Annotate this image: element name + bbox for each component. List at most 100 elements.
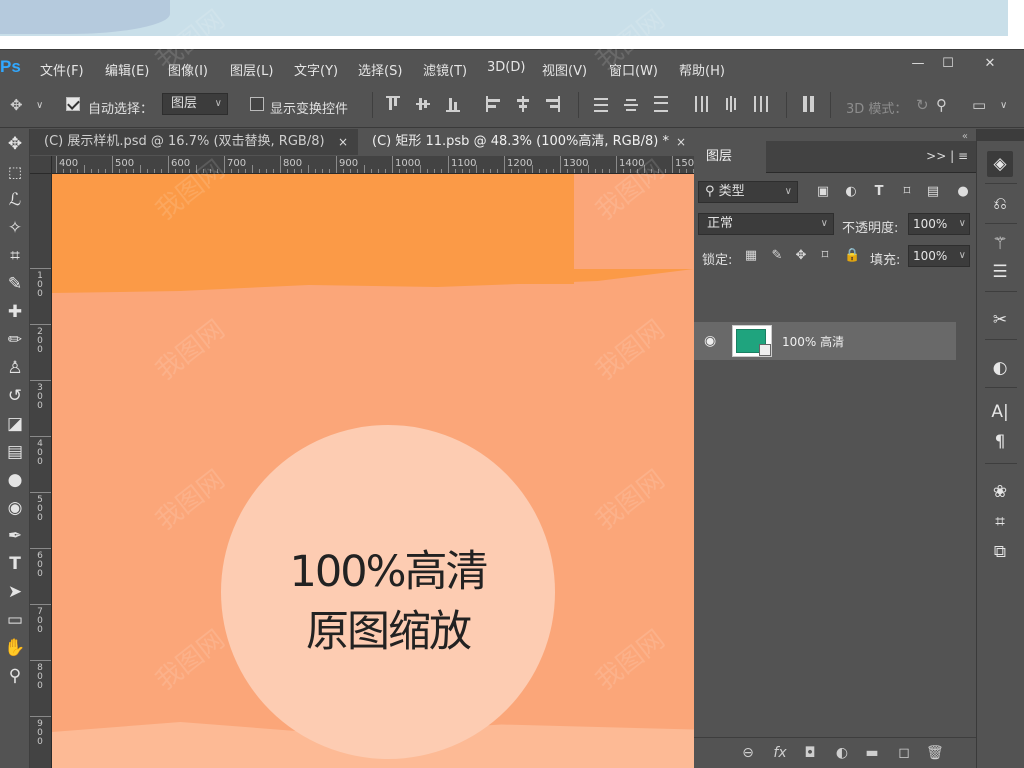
workspace-icon[interactable]: ▭ xyxy=(972,96,986,114)
auto-select-target-dropdown[interactable]: 图层 ∨ xyxy=(162,93,228,115)
panel-menu-icon[interactable]: >> | ≡ xyxy=(926,149,968,163)
channels-icon[interactable]: ❀ xyxy=(987,479,1013,505)
healing-brush-icon[interactable]: ✚ xyxy=(0,299,30,325)
character-icon[interactable]: A| xyxy=(987,399,1013,425)
zoom-tool-icon[interactable]: ⚲ xyxy=(0,663,30,689)
color-icon[interactable]: ◐ xyxy=(987,355,1013,381)
pixel-filter-icon[interactable]: ▣ xyxy=(816,185,830,199)
link-layers-icon[interactable]: ⊖ xyxy=(740,745,756,761)
minimize-button[interactable]: — xyxy=(904,53,932,75)
align-left-icon[interactable] xyxy=(486,96,500,112)
lock-all-icon[interactable]: 🔒 xyxy=(844,249,860,263)
dodge-tool-icon[interactable]: ◉ xyxy=(0,495,30,521)
lock-transparency-icon[interactable]: ▦ xyxy=(744,249,758,263)
align-bottom-icon[interactable] xyxy=(446,96,460,112)
history-icon[interactable]: ⎌ xyxy=(987,191,1013,217)
auto-select-checkbox[interactable] xyxy=(66,97,80,111)
pen-tool-icon[interactable]: ✒ xyxy=(0,523,30,549)
menu-help[interactable]: 帮助(H) xyxy=(679,60,725,79)
menu-3d[interactable]: 3D(D) xyxy=(487,60,525,75)
distribute-left-icon[interactable] xyxy=(694,96,708,112)
distribute-vcenter-icon[interactable] xyxy=(624,96,638,112)
tab-showcase-psd[interactable]: (C) 展示样机.psd @ 16.7% (双击替换, RGB/8) × xyxy=(30,129,356,155)
eyedropper-icon[interactable]: ✎ xyxy=(0,271,30,297)
opacity-field[interactable]: 100% ∨ xyxy=(908,213,970,235)
3d-orbit-icon[interactable]: ↻ xyxy=(916,96,929,114)
paragraph-icon[interactable]: ¶ xyxy=(987,429,1013,455)
fill-field[interactable]: 100% ∨ xyxy=(908,245,970,267)
type-filter-icon[interactable]: T xyxy=(872,185,886,199)
hand-tool-icon[interactable]: ✋ xyxy=(0,635,30,661)
search-icon[interactable]: ⚲ xyxy=(936,96,947,114)
lock-artboard-icon[interactable]: ⌑ xyxy=(818,249,832,263)
tool-presets-icon[interactable]: ✂ xyxy=(987,307,1013,333)
magic-wand-icon[interactable]: ✧ xyxy=(0,215,30,241)
menu-image[interactable]: 图像(I) xyxy=(168,60,208,79)
auto-align-icon[interactable] xyxy=(802,96,816,112)
layer-name[interactable]: 100% 高清 xyxy=(782,333,844,350)
menu-select[interactable]: 选择(S) xyxy=(358,60,402,79)
move-tool-icon[interactable]: ✥ xyxy=(0,131,30,157)
tab-layers[interactable]: 图层 xyxy=(694,141,766,173)
lock-position-icon[interactable]: ✥ xyxy=(794,249,808,263)
lock-pixels-icon[interactable]: ✎ xyxy=(770,249,784,263)
properties-icon[interactable]: ⧉ xyxy=(987,539,1013,565)
blend-mode-dropdown[interactable]: 正常 ∨ xyxy=(698,213,834,235)
document-canvas[interactable]: 100%高清 原图缩放 xyxy=(52,174,694,768)
eraser-tool-icon[interactable]: ◪ xyxy=(0,411,30,437)
menu-layer[interactable]: 图层(L) xyxy=(230,60,273,79)
smart-object-filter-icon[interactable]: ▤ xyxy=(926,185,940,199)
eye-icon[interactable]: ◉ xyxy=(704,333,716,349)
align-vcenter-icon[interactable] xyxy=(416,96,430,112)
layer-row[interactable]: ◉ 100% 高清 xyxy=(694,322,956,360)
distribute-bottom-icon[interactable] xyxy=(654,96,668,112)
brush-tool-icon[interactable]: ✏ xyxy=(0,327,30,353)
mask-icon[interactable]: ◘ xyxy=(802,745,818,761)
distribute-hcenter-icon[interactable] xyxy=(724,96,738,112)
type-tool-icon[interactable]: T xyxy=(0,551,30,577)
ruler-tick xyxy=(616,156,617,173)
path-select-icon[interactable]: ➤ xyxy=(0,579,30,605)
brush-settings-icon[interactable]: ⚚ xyxy=(987,231,1013,257)
marquee-tool-icon[interactable]: ⬚ xyxy=(0,159,30,185)
menu-type[interactable]: 文字(Y) xyxy=(294,60,338,79)
distribute-top-icon[interactable] xyxy=(594,96,608,112)
layers-icon[interactable]: ◈ xyxy=(987,151,1013,177)
stamp-tool-icon[interactable]: ♙ xyxy=(0,355,30,381)
restore-button[interactable]: ☐ xyxy=(934,53,962,75)
align-top-icon[interactable] xyxy=(386,96,400,112)
fx-icon[interactable]: fx xyxy=(772,745,788,761)
filter-toggle-icon[interactable]: ● xyxy=(956,185,970,199)
gradient-tool-icon[interactable]: ▤ xyxy=(0,439,30,465)
close-icon[interactable]: × xyxy=(338,129,348,155)
show-transform-checkbox[interactable] xyxy=(250,97,264,111)
adjustments-icon[interactable]: ☰ xyxy=(987,259,1013,285)
distribute-right-icon[interactable] xyxy=(754,96,768,112)
paths-icon[interactable]: ⌗ xyxy=(987,509,1013,535)
history-brush-icon[interactable]: ↺ xyxy=(0,383,30,409)
close-window-button[interactable]: ✕ xyxy=(976,53,1004,75)
menu-filter[interactable]: 滤镜(T) xyxy=(423,60,467,79)
menu-window[interactable]: 窗口(W) xyxy=(609,60,658,79)
lasso-tool-icon[interactable]: ℒ xyxy=(0,187,30,213)
adjustment-layer-icon[interactable]: ◐ xyxy=(834,745,850,761)
align-hcenter-icon[interactable] xyxy=(516,96,530,112)
shape-filter-icon[interactable]: ⌑ xyxy=(900,185,914,199)
group-folder-icon[interactable]: ▬ xyxy=(864,745,880,761)
layer-filter-dropdown[interactable]: ⚲ 类型 ∨ xyxy=(698,181,798,203)
move-tool-icon[interactable]: ✥ xyxy=(10,96,23,114)
menu-edit[interactable]: 编辑(E) xyxy=(105,60,149,79)
crop-tool-icon[interactable]: ⌗ xyxy=(0,243,30,269)
trash-icon[interactable]: 🗑 xyxy=(926,745,944,761)
tab-rectangle-psb[interactable]: (C) 矩形 11.psb @ 48.3% (100%高清, RGB/8) * … xyxy=(358,129,694,155)
menu-view[interactable]: 视图(V) xyxy=(542,60,587,79)
blur-tool-icon[interactable]: ● xyxy=(0,467,30,493)
adjustment-filter-icon[interactable]: ◐ xyxy=(844,185,858,199)
menu-file[interactable]: 文件(F) xyxy=(40,60,84,79)
chevron-down-icon[interactable]: ∨ xyxy=(36,100,43,111)
rectangle-tool-icon[interactable]: ▭ xyxy=(0,607,30,633)
chevron-down-icon[interactable]: ∨ xyxy=(1000,100,1007,111)
align-right-icon[interactable] xyxy=(546,96,560,112)
close-icon[interactable]: × xyxy=(676,129,686,155)
new-layer-icon[interactable]: ◻ xyxy=(896,745,912,761)
